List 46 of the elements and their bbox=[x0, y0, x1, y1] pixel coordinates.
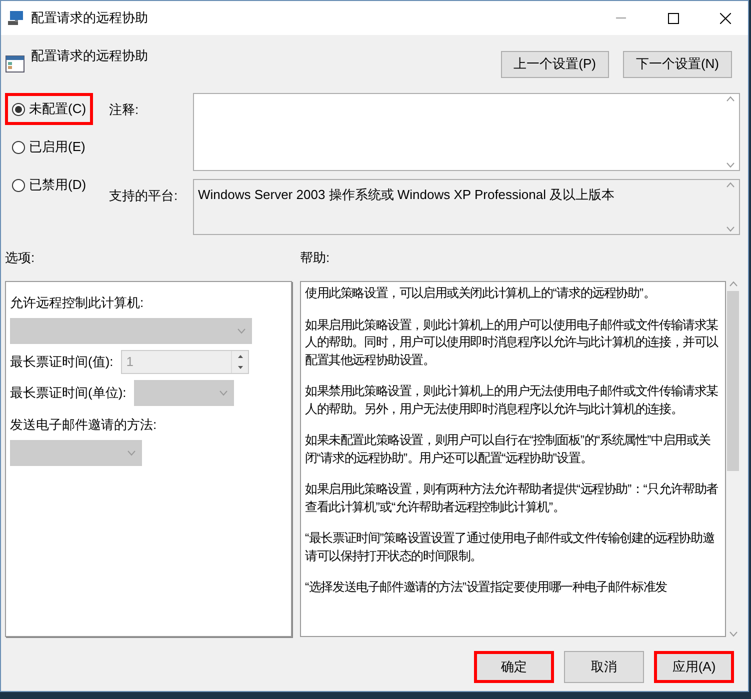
radio-icon bbox=[12, 178, 25, 192]
chevron-down-icon bbox=[127, 450, 136, 456]
ok-button[interactable]: 确定 bbox=[474, 651, 554, 683]
policy-title: 配置请求的远程协助 bbox=[31, 47, 149, 65]
previous-setting-button[interactable]: 上一个设置(P) bbox=[500, 50, 609, 78]
chevron-up-icon bbox=[726, 96, 735, 102]
option-label: 允许远程控制此计算机: bbox=[10, 294, 145, 312]
option-label: 最长票证时间(值): bbox=[10, 353, 114, 371]
platform-label: 支持的平台: bbox=[109, 187, 179, 205]
help-paragraph: 如果未配置此策略设置，则用户可以自行在“控制面板”的“系统属性”中启用或关闭“请求的远程协助”。用户还可以配置“远程协助”设置。 bbox=[305, 432, 712, 466]
next-setting-button[interactable]: 下一个设置(N) bbox=[622, 50, 732, 78]
radio-option[interactable]: 未配置(C) bbox=[5, 93, 94, 125]
help-paragraph: 如果启用此策略设置，则此计算机上的用户可以使用电子邮件或文件传输请求某人的帮助。同时，用户可以使用即时消息程序以允许与此计算机的连接，并可以配置其他远程协助设置。 bbox=[305, 316, 720, 368]
apply-button[interactable]: 应用(A) bbox=[654, 651, 734, 683]
chevron-down-icon bbox=[237, 328, 246, 334]
help-paragraph: 如果启用此策略设置，则有两种方法允许帮助者提供“远程协助”：“只允许帮助者查看此计算机”或“允许帮助者远程控制此计算机”。 bbox=[305, 481, 719, 516]
help-label: 帮助: bbox=[300, 249, 331, 267]
help-paragraph: “选择发送电子邮件邀请的方法”设置指定要使用哪一种电子邮件标准发 bbox=[305, 579, 668, 596]
close-icon bbox=[720, 12, 730, 24]
radio-selected-icon bbox=[12, 102, 25, 116]
chevron-up-icon bbox=[726, 182, 735, 188]
help-paragraph: 使用此策略设置，可以启用或关闭此计算机上的“请求的远程协助”。 bbox=[305, 285, 656, 302]
cancel-button[interactable]: 取消 bbox=[564, 651, 644, 683]
comment-label: 注释: bbox=[109, 101, 140, 119]
settings-window-icon bbox=[5, 54, 25, 74]
maximize-icon bbox=[668, 12, 678, 24]
radio-option[interactable]: 已禁用(D) bbox=[5, 169, 94, 201]
chevron-up-icon bbox=[728, 281, 738, 287]
options-label: 选项: bbox=[5, 249, 36, 267]
radio-option[interactable]: 已启用(E) bbox=[5, 131, 92, 163]
help-paragraph: 如果禁用此策略设置，则此计算机上的用户无法使用电子邮件或文件传输请求某人的帮助。另外，用户无法使用即时消息程序以允许与此计算机的连接。 bbox=[305, 383, 720, 418]
platform-field: Windows Server 2003 操作系统或 Windows XP Professional 及以上版本 bbox=[193, 179, 740, 235]
chevron-down-icon bbox=[726, 226, 735, 232]
window-title: 配置请求的远程协助 bbox=[31, 9, 149, 27]
down-arrow-icon bbox=[238, 366, 243, 369]
radio-icon bbox=[12, 140, 25, 154]
up-arrow-icon bbox=[238, 355, 243, 358]
computer-icon bbox=[7, 10, 25, 26]
chevron-down-icon bbox=[728, 631, 738, 637]
chevron-down-icon bbox=[726, 162, 735, 168]
option-label: 最长票证时间(单位): bbox=[10, 384, 126, 402]
help-paragraph: “最长票证时间”策略设置设置了通过使用电子邮件或文件传输创建的远程协助邀请可以保持打开状态的时间限制。 bbox=[305, 530, 716, 564]
scrollbar[interactable] bbox=[726, 281, 740, 637]
chevron-down-icon bbox=[219, 390, 228, 396]
option-label: 发送电子邮件邀请的方法: bbox=[10, 416, 158, 434]
number-spinner: 1 bbox=[121, 350, 250, 374]
